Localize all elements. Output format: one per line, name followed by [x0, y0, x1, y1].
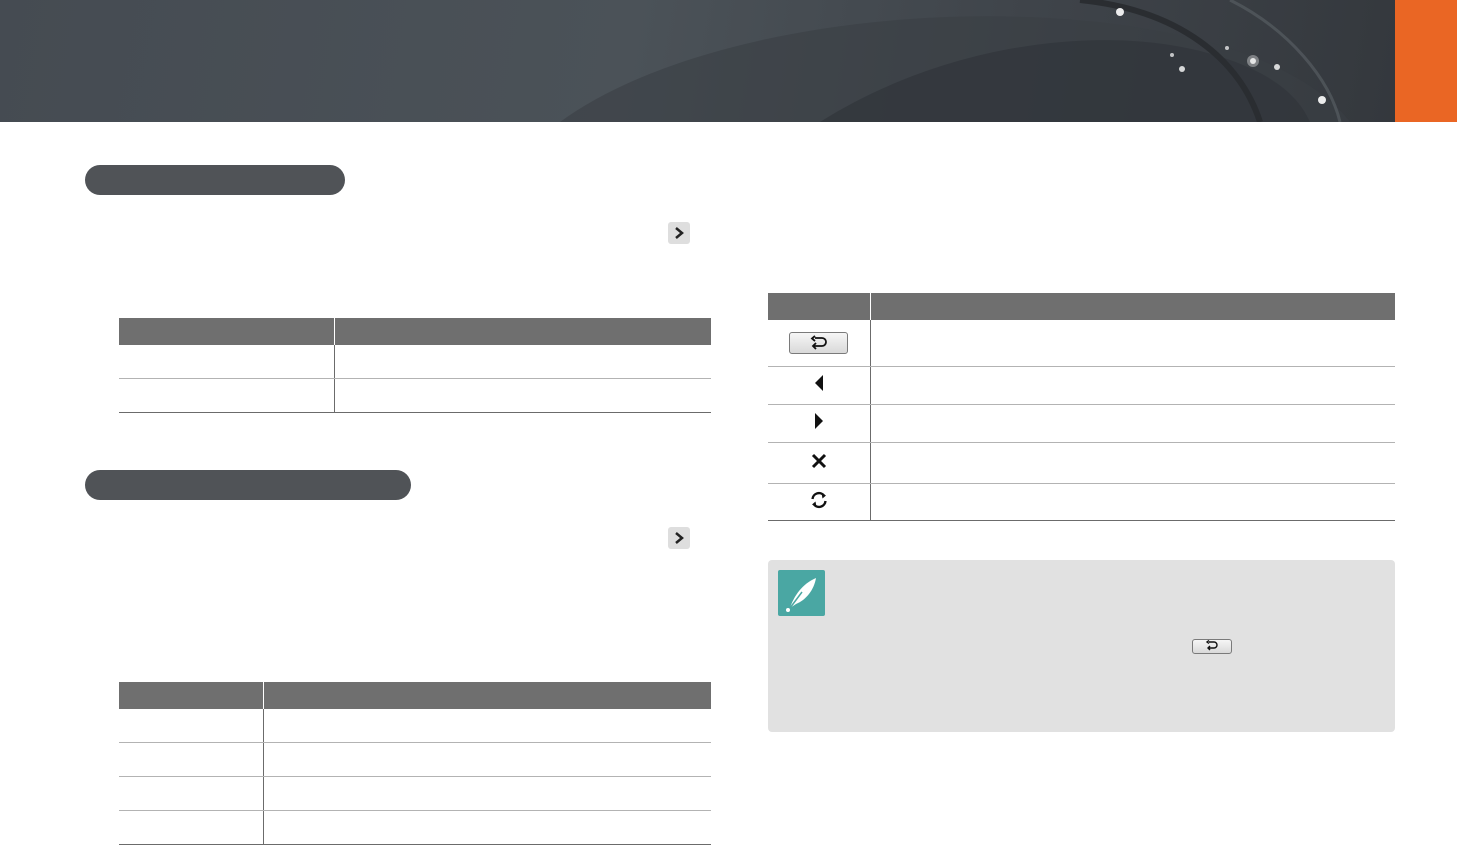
table-row — [119, 709, 711, 743]
orange-tab — [1395, 0, 1457, 122]
table-header-row — [119, 682, 711, 709]
table-header-cell — [119, 682, 263, 709]
table-row — [119, 378, 711, 413]
table-cell — [119, 810, 263, 845]
refresh-icon — [811, 491, 827, 508]
inline-back-key — [1192, 638, 1232, 656]
table-cell — [119, 345, 334, 379]
table-cell — [869, 483, 1395, 521]
table-header-cell — [262, 682, 711, 709]
table-cell — [333, 345, 711, 379]
triangle-right-icon — [814, 413, 823, 429]
table-header-cell — [119, 318, 334, 345]
table-row — [119, 776, 711, 811]
header-decoration — [560, 0, 1350, 122]
table-cell — [768, 483, 870, 521]
back-arrow-icon — [1192, 639, 1232, 655]
option-table-2 — [119, 682, 711, 845]
note-box — [768, 560, 1395, 732]
table-header-cell — [869, 293, 1395, 320]
table-header-row — [768, 293, 1395, 320]
table-row — [119, 810, 711, 845]
table-header-cell — [333, 318, 711, 345]
table-cell — [768, 442, 870, 484]
table-cell — [869, 404, 1395, 443]
table-row — [768, 404, 1395, 443]
table-row — [768, 366, 1395, 405]
table-cell — [262, 742, 711, 777]
table-cell — [119, 378, 334, 413]
table-cell — [869, 366, 1395, 405]
table-row — [119, 345, 711, 379]
table-cell — [768, 404, 870, 443]
chevron-right-icon — [668, 222, 690, 244]
section-heading-pill-1 — [85, 165, 345, 195]
option-table-1 — [119, 318, 711, 413]
table-cell — [262, 776, 711, 811]
table-header-cell — [768, 293, 870, 320]
table-row — [768, 320, 1395, 367]
chevron-right-icon — [668, 527, 690, 549]
header-banner — [0, 0, 1395, 122]
table-cell — [768, 320, 870, 367]
table-cell — [262, 810, 711, 845]
table-cell — [869, 442, 1395, 484]
table-cell — [119, 776, 263, 811]
table-cell — [119, 709, 263, 743]
table-cell — [333, 378, 711, 413]
close-icon — [811, 453, 826, 468]
back-arrow-icon — [789, 332, 849, 354]
section-heading-pill-2 — [85, 470, 411, 500]
table-cell — [768, 366, 870, 405]
table-cell — [119, 742, 263, 777]
pen-nib-icon — [778, 570, 825, 616]
triangle-left-icon — [814, 375, 823, 391]
table-row — [768, 483, 1395, 521]
table-cell — [869, 320, 1395, 367]
table-row — [768, 442, 1395, 484]
table-row — [119, 742, 711, 777]
table-header-row — [119, 318, 711, 345]
controls-table — [768, 293, 1395, 521]
table-cell — [262, 709, 711, 743]
